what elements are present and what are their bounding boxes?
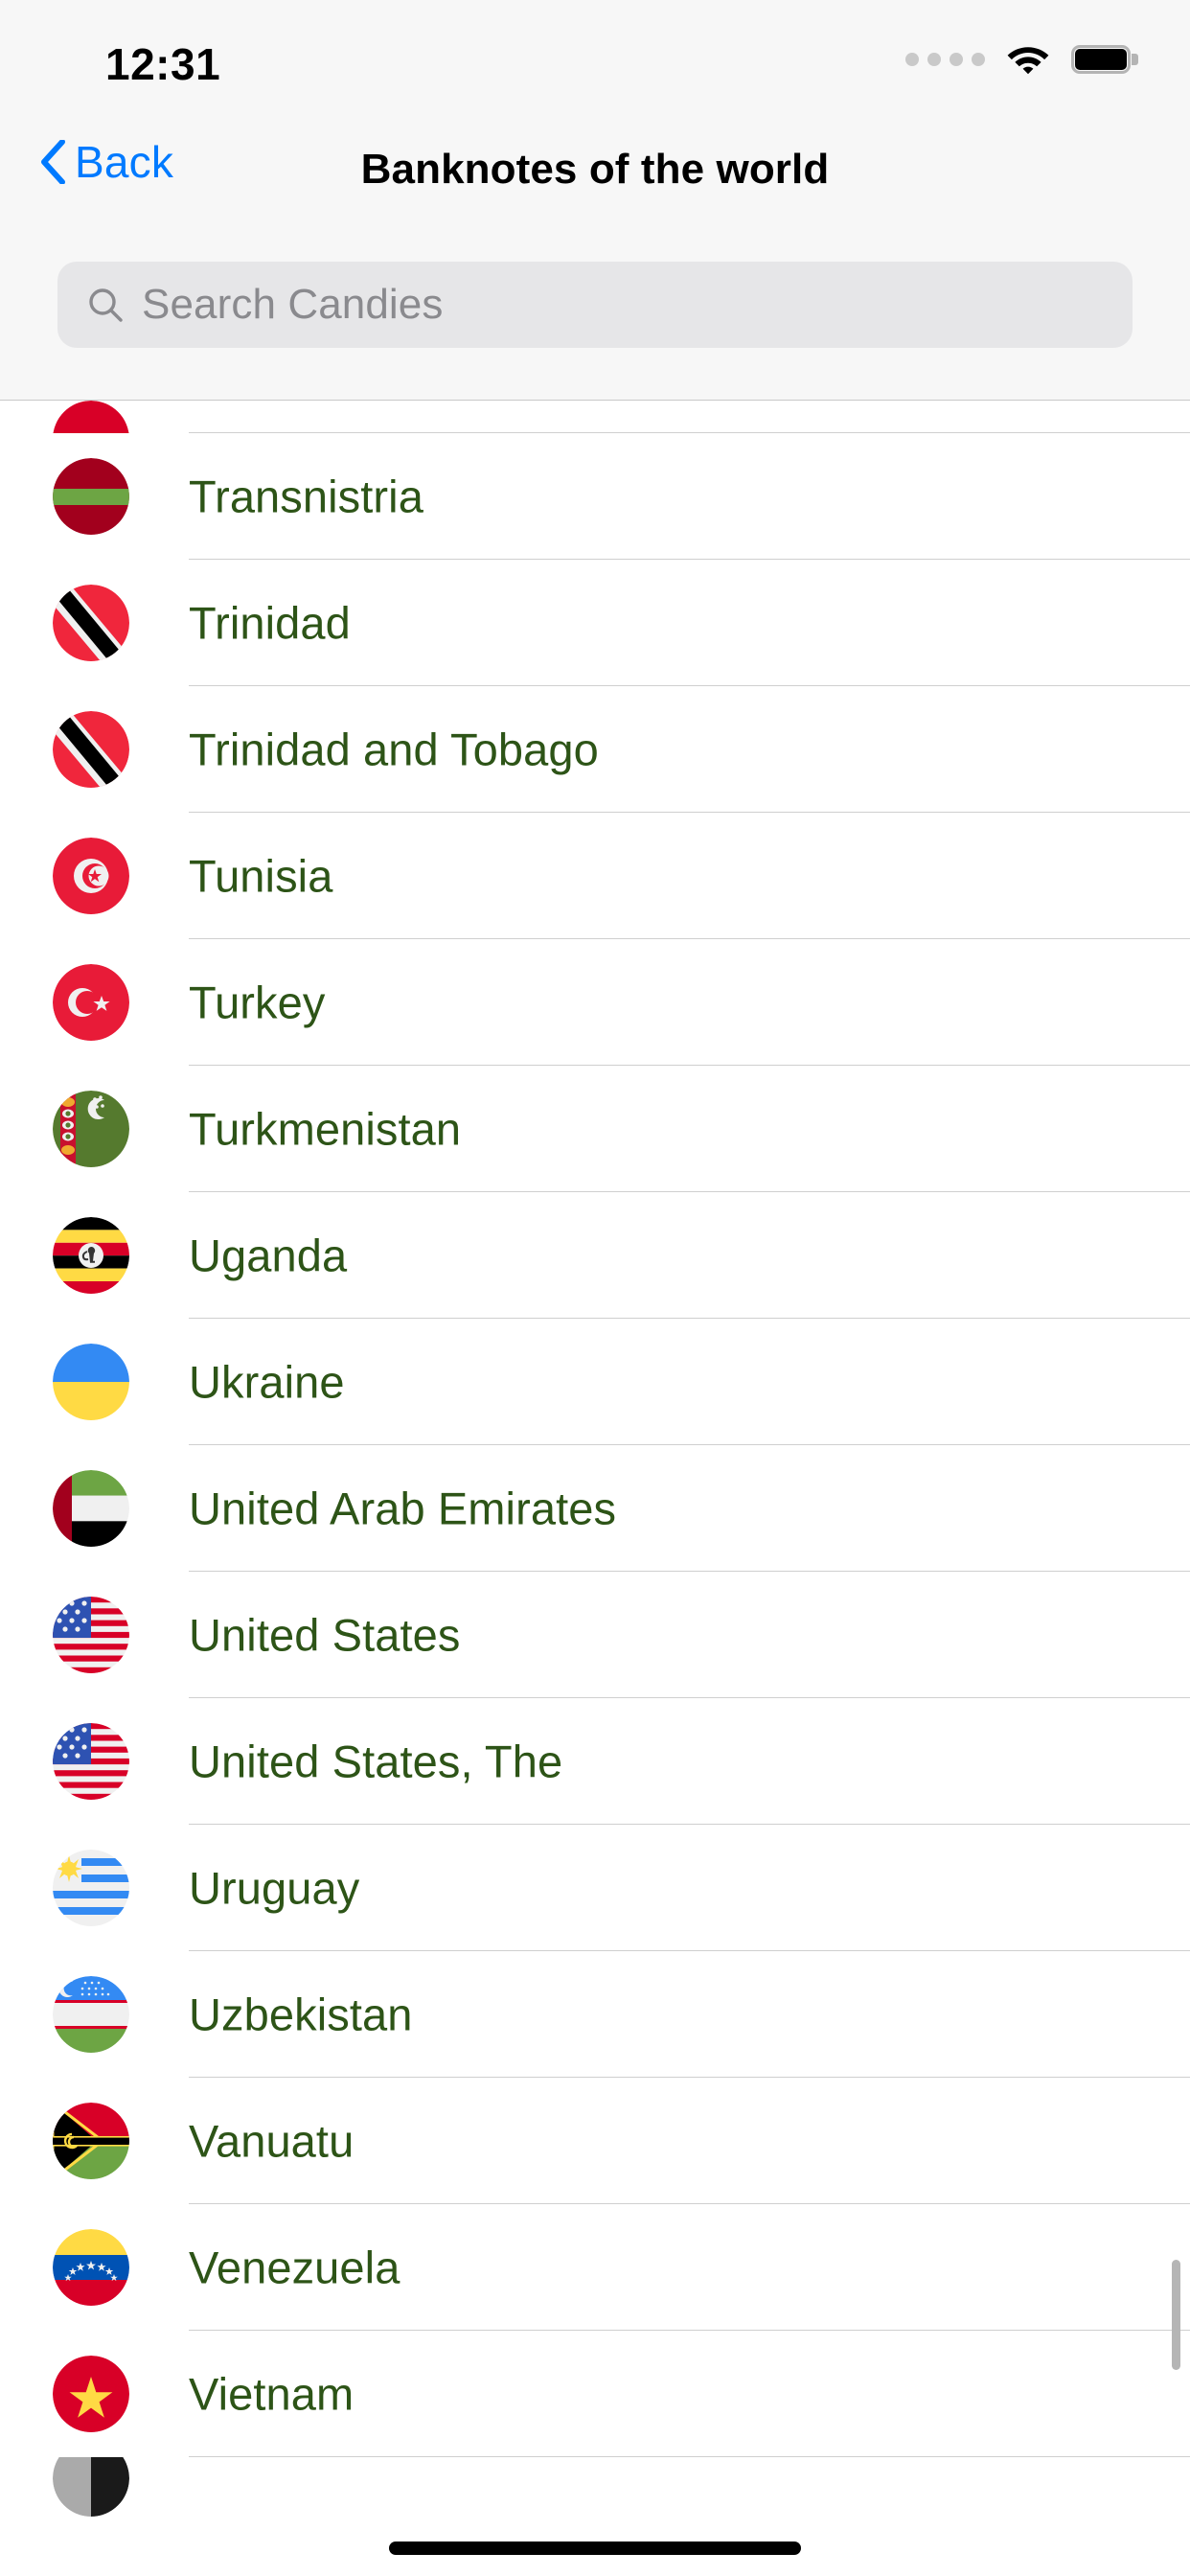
list-item-label: Vanuatu bbox=[189, 2115, 355, 2167]
turkmenistan-flag-icon bbox=[53, 1091, 129, 1167]
search-icon bbox=[89, 288, 123, 322]
status-bar-time: 12:31 bbox=[105, 39, 221, 89]
list-item[interactable]: Tunisia bbox=[0, 813, 1190, 939]
list-item[interactable]: Uzbekistan bbox=[0, 1951, 1190, 2078]
vietnam-flag-icon bbox=[53, 2356, 129, 2432]
list-item-label: Venezuela bbox=[189, 2242, 400, 2293]
partial-flag-icon bbox=[53, 2457, 129, 2517]
list-item[interactable]: Trinidad and Tobago bbox=[0, 686, 1190, 813]
ukraine-flag-icon bbox=[53, 1344, 129, 1420]
list-item-label: United Arab Emirates bbox=[189, 1483, 617, 1534]
trinidad-flag-icon bbox=[53, 585, 129, 661]
wifi-icon bbox=[1007, 47, 1049, 75]
united-states-flag-icon bbox=[53, 1597, 129, 1673]
app-screen: 12:31 Back Banknotes of the world Search… bbox=[0, 0, 1190, 2576]
list-item[interactable]: Vanuatu bbox=[0, 2078, 1190, 2204]
list-item-partial-top[interactable] bbox=[0, 401, 1190, 433]
home-indicator bbox=[389, 2542, 801, 2555]
list-item-label: Trinidad bbox=[189, 597, 351, 649]
battery-full-icon bbox=[1071, 45, 1138, 74]
uganda-flag-icon bbox=[53, 1217, 129, 1294]
list-item[interactable]: Ukraine bbox=[0, 1319, 1190, 1445]
venezuela-flag-icon bbox=[53, 2229, 129, 2306]
search-bar[interactable]: Search Candies bbox=[57, 262, 1133, 348]
list-item[interactable]: Vietnam bbox=[0, 2331, 1190, 2457]
country-list[interactable]: Transnistria Trinidad Trinidad and Tobag… bbox=[0, 401, 1190, 2576]
page-title: Banknotes of the world bbox=[360, 146, 830, 193]
trinidad-and-tobago-flag-icon bbox=[53, 711, 129, 788]
list-item[interactable]: United States bbox=[0, 1572, 1190, 1698]
uruguay-flag-icon bbox=[53, 1850, 129, 1926]
cellular-dots-icon bbox=[905, 53, 985, 66]
list-item-label: Ukraine bbox=[189, 1356, 345, 1408]
list-item-label: Tunisia bbox=[189, 850, 333, 902]
transnistria-flag-icon bbox=[53, 458, 129, 535]
list-item-label: Vietnam bbox=[189, 2368, 355, 2420]
vanuatu-flag-icon bbox=[53, 2103, 129, 2179]
list-item[interactable]: Turkmenistan bbox=[0, 1066, 1190, 1192]
nav-bar: Back Banknotes of the world bbox=[0, 115, 1190, 220]
search-placeholder: Search Candies bbox=[142, 281, 444, 328]
list-item-label: United States bbox=[189, 1609, 461, 1661]
list-item[interactable]: Uganda bbox=[0, 1192, 1190, 1319]
tunisia-flag-icon bbox=[53, 838, 129, 914]
header: 12:31 Back Banknotes of the world Search… bbox=[0, 0, 1190, 401]
list-item-label: Uzbekistan bbox=[189, 1989, 413, 2040]
search-input[interactable]: Search Candies bbox=[57, 262, 1133, 348]
scrollbar[interactable] bbox=[1171, 401, 1180, 2576]
united-arab-emirates-flag-icon bbox=[53, 1470, 129, 1547]
list-item[interactable]: Uruguay bbox=[0, 1825, 1190, 1951]
turkey-flag-icon bbox=[53, 964, 129, 1041]
list-item[interactable]: Trinidad bbox=[0, 560, 1190, 686]
uzbekistan-flag-icon bbox=[53, 1976, 129, 2053]
united-states-flag-icon bbox=[53, 1723, 129, 1800]
list-item-label: Trinidad and Tobago bbox=[189, 724, 599, 775]
list-item[interactable]: Transnistria bbox=[0, 433, 1190, 560]
list-item-label: Turkey bbox=[189, 977, 326, 1028]
list-item-label: United States, The bbox=[189, 1736, 563, 1787]
list-item[interactable]: Venezuela bbox=[0, 2204, 1190, 2331]
list-item-label: Turkmenistan bbox=[189, 1103, 462, 1155]
scrollbar-thumb[interactable] bbox=[1172, 2260, 1180, 2370]
list-item[interactable]: United States, The bbox=[0, 1698, 1190, 1825]
partial-flag-icon bbox=[53, 401, 129, 433]
list-item-label: Transnistria bbox=[189, 471, 423, 522]
list-item[interactable]: United Arab Emirates bbox=[0, 1445, 1190, 1572]
list-item-label: Uruguay bbox=[189, 1862, 360, 1914]
list-item[interactable]: Turkey bbox=[0, 939, 1190, 1066]
list-item-label: Uganda bbox=[189, 1230, 348, 1281]
list-item-partial-bottom[interactable] bbox=[0, 2457, 1190, 2517]
status-bar-indicators bbox=[905, 43, 1138, 76]
status-bar: 12:31 bbox=[0, 0, 1190, 115]
